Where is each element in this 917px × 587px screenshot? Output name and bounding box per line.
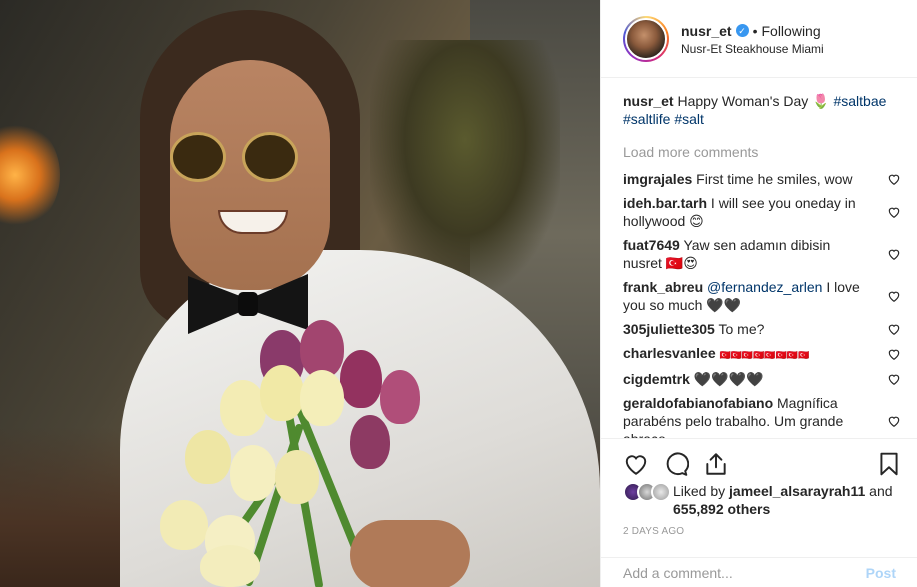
- profile-avatar-ring[interactable]: [623, 15, 669, 62]
- header-text: nusr_et ✓ • Following Nusr-Et Steakhouse…: [681, 22, 824, 56]
- comment-item: cigdemtrk 🖤🖤🖤🖤: [623, 370, 901, 388]
- heart-icon[interactable]: [887, 205, 901, 219]
- heart-icon[interactable]: [887, 372, 901, 386]
- post-actions-bar: [601, 438, 917, 478]
- comment-username[interactable]: ideh.bar.tarh: [623, 195, 707, 211]
- comment-item: imgrajales First time he smiles, wow: [623, 170, 901, 188]
- comment-item: ideh.bar.tarh I will see you oneday in h…: [623, 194, 901, 230]
- verified-badge-icon: ✓: [735, 24, 749, 37]
- post-photo[interactable]: [0, 0, 600, 587]
- background-lamp: [0, 120, 60, 230]
- hashtag-saltbae[interactable]: #saltbae: [833, 93, 886, 109]
- comment-input[interactable]: [623, 564, 866, 581]
- post-comment-button[interactable]: Post: [866, 565, 896, 581]
- likes-prefix: Liked by: [673, 483, 726, 499]
- comment-text: To me?: [718, 321, 765, 337]
- sunglasses-left-lens: [170, 132, 226, 182]
- heart-icon[interactable]: [887, 347, 901, 361]
- man-hand: [350, 520, 470, 587]
- comment-username[interactable]: 305juliette305: [623, 321, 715, 337]
- bookmark-icon[interactable]: [876, 451, 902, 477]
- load-more-comments-button[interactable]: Load more comments: [623, 144, 901, 160]
- comment-item: geraldofabianofabiano Magnífica parabéns…: [623, 394, 901, 438]
- comment-item: 305juliette305 To me?: [623, 320, 901, 338]
- post-side-panel: nusr_et ✓ • Following Nusr-Et Steakhouse…: [600, 0, 917, 587]
- caption-username[interactable]: nusr_et: [623, 93, 674, 109]
- comment-text: 🖤🖤🖤🖤: [693, 371, 764, 387]
- heart-icon[interactable]: [887, 172, 901, 186]
- likes-conjunction: and: [869, 483, 893, 499]
- comment-username[interactable]: geraldofabianofabiano: [623, 395, 773, 411]
- comment-item: frank_abreu @fernandez_arlen I love you …: [623, 278, 901, 314]
- likes-summary: Liked by jameel_alsarayrah11 and 655,892…: [623, 482, 913, 518]
- liker-avatars[interactable]: [623, 482, 673, 506]
- sunglasses-right-lens: [242, 132, 298, 182]
- post-header: nusr_et ✓ • Following Nusr-Et Steakhouse…: [601, 0, 917, 78]
- hashtag-salt[interactable]: #salt: [674, 111, 704, 127]
- comment-text: 🇹🇷🇹🇷🇹🇷🇹🇷🇹🇷🇹🇷🇹🇷🇹🇷: [719, 350, 810, 360]
- comment-item: charlesvanlee 🇹🇷🇹🇷🇹🇷🇹🇷🇹🇷🇹🇷🇹🇷🇹🇷: [623, 344, 901, 364]
- like-heart-icon[interactable]: [623, 451, 649, 477]
- add-comment-bar: Post: [601, 557, 917, 587]
- likes-text: Liked by jameel_alsarayrah11 and 655,892…: [673, 482, 913, 518]
- comment-username[interactable]: charlesvanlee: [623, 345, 716, 361]
- likes-count[interactable]: 655,892 others: [673, 501, 770, 517]
- comment-username[interactable]: imgrajales: [623, 171, 692, 187]
- post-timestamp[interactable]: 2 DAYS AGO: [623, 526, 684, 537]
- profile-avatar[interactable]: [625, 17, 667, 60]
- comment-mention[interactable]: @fernandez_arlen: [707, 279, 822, 295]
- comment-icon[interactable]: [663, 451, 689, 477]
- heart-icon[interactable]: [887, 289, 901, 303]
- header-username[interactable]: nusr_et: [681, 22, 732, 40]
- comment-username[interactable]: cigdemtrk: [623, 371, 690, 387]
- comment-text: First time he smiles, wow: [696, 171, 853, 187]
- following-button[interactable]: Following: [761, 22, 820, 40]
- comment-username[interactable]: fuat7649: [623, 237, 680, 253]
- liker-avatar: [651, 482, 671, 502]
- header-separator: •: [752, 22, 758, 39]
- liker-username[interactable]: jameel_alsarayrah11: [729, 483, 865, 499]
- caption-text: Happy Woman's Day 🌷: [677, 93, 830, 109]
- hashtag-saltlife[interactable]: #saltlife: [623, 111, 670, 127]
- heart-icon[interactable]: [887, 414, 901, 428]
- heart-icon[interactable]: [887, 247, 901, 261]
- post-location[interactable]: Nusr-Et Steakhouse Miami: [681, 42, 824, 56]
- comment-item: fuat7649 Yaw sen adamın dibisin nusret 🇹…: [623, 236, 901, 272]
- post-caption: nusr_et Happy Woman's Day 🌷 #saltbae #sa…: [623, 92, 901, 128]
- heart-icon[interactable]: [887, 322, 901, 336]
- share-icon[interactable]: [703, 451, 729, 477]
- post-container: nusr_et ✓ • Following Nusr-Et Steakhouse…: [0, 0, 917, 587]
- comments-list[interactable]: nusr_et Happy Woman's Day 🌷 #saltbae #sa…: [601, 78, 917, 438]
- comment-username[interactable]: frank_abreu: [623, 279, 703, 295]
